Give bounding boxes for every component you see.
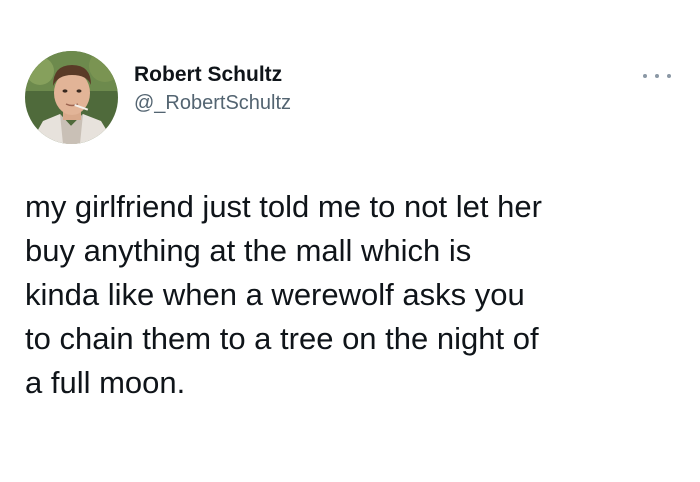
author-handle[interactable]: @_RobertSchultz: [134, 89, 291, 117]
tweet-text: my girlfriend just told me to not let he…: [25, 189, 542, 400]
tweet-card: Robert Schultz @_RobertSchultz my girlfr…: [0, 0, 700, 482]
more-options-icon[interactable]: [643, 68, 671, 84]
tweet-header: Robert Schultz @_RobertSchultz: [25, 51, 291, 144]
more-dot: [667, 74, 671, 78]
author-names: Robert Schultz @_RobertSchultz: [134, 61, 291, 117]
more-dot: [655, 74, 659, 78]
avatar-image: [25, 51, 118, 144]
avatar[interactable]: [25, 51, 118, 144]
author-display-name[interactable]: Robert Schultz: [134, 61, 291, 89]
more-dot: [643, 74, 647, 78]
